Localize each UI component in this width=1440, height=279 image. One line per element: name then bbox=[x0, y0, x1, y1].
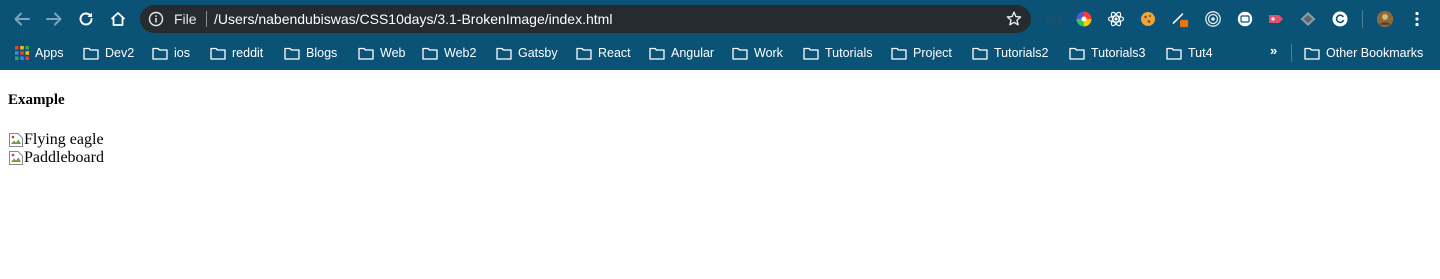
bookmark-label: Web2 bbox=[444, 46, 477, 60]
image-alt-text: Flying eagle bbox=[24, 131, 104, 148]
react-devtools-icon[interactable] bbox=[1107, 10, 1125, 28]
page-content: Example Flying eagle Paddleboard bbox=[0, 70, 1440, 279]
bookmark-label: ios bbox=[174, 46, 190, 60]
arrow-right-icon bbox=[46, 12, 62, 26]
arrow-left-icon bbox=[14, 12, 30, 26]
image-alt-text: Paddleboard bbox=[24, 149, 104, 166]
extension-code-icon[interactable]: {m} bbox=[1044, 10, 1062, 28]
window-extension-icon[interactable] bbox=[1236, 10, 1254, 28]
bookmark-label: Apps bbox=[35, 46, 64, 60]
folder-icon bbox=[576, 47, 592, 60]
url-divider bbox=[206, 11, 207, 27]
browser-toolbar: File /Users/nabendubiswas/CSS10days/3.1-… bbox=[0, 0, 1440, 38]
avatar[interactable] bbox=[1376, 10, 1394, 28]
broken-image-paddleboard: Paddleboard bbox=[8, 149, 104, 167]
refresh-extension-icon[interactable] bbox=[1331, 10, 1349, 28]
bookmark-angular[interactable]: Angular bbox=[649, 43, 714, 63]
bookmark-label: Work bbox=[754, 46, 783, 60]
folder-icon bbox=[83, 47, 99, 60]
svg-text:{m}: {m} bbox=[1045, 15, 1062, 27]
forward-button[interactable] bbox=[42, 7, 66, 31]
folder-icon bbox=[649, 47, 665, 60]
bookmarks-overflow-button[interactable]: » bbox=[1270, 43, 1277, 58]
folder-icon bbox=[496, 47, 512, 60]
folder-icon bbox=[284, 47, 300, 60]
folder-icon bbox=[358, 47, 374, 60]
bookmark-dev2[interactable]: Dev2 bbox=[83, 43, 134, 63]
broken-image-icon bbox=[9, 133, 23, 147]
bookmark-label: Other Bookmarks bbox=[1326, 46, 1424, 60]
bookmark-tutorials2[interactable]: Tutorials2 bbox=[972, 43, 1048, 63]
toolbar-divider bbox=[1362, 10, 1363, 28]
bookmark-label: Dev2 bbox=[105, 46, 135, 60]
home-button[interactable] bbox=[106, 7, 130, 31]
bookmark-label: Tutorials bbox=[825, 46, 873, 60]
cookie-icon[interactable] bbox=[1139, 10, 1157, 28]
kebab-menu-icon bbox=[1415, 11, 1419, 27]
bookmark-apps[interactable]: Apps bbox=[15, 43, 64, 63]
color-wheel-icon[interactable] bbox=[1075, 10, 1093, 28]
bookmarks-divider bbox=[1291, 44, 1292, 62]
bookmark-project[interactable]: Project bbox=[891, 43, 952, 63]
folder-icon bbox=[891, 47, 907, 60]
url-scheme-label: File bbox=[174, 11, 197, 27]
reload-icon bbox=[79, 12, 93, 26]
back-button[interactable] bbox=[10, 7, 34, 31]
folder-icon bbox=[210, 47, 226, 60]
reload-button[interactable] bbox=[74, 7, 98, 31]
layers-icon[interactable] bbox=[1299, 10, 1317, 28]
bookmark-tut4[interactable]: Tut4 bbox=[1166, 43, 1213, 63]
bookmark-label: React bbox=[598, 46, 631, 60]
apps-grid-icon bbox=[15, 46, 29, 60]
profile-avatar-icon bbox=[1376, 10, 1394, 28]
home-icon bbox=[110, 12, 126, 26]
bookmark-ios[interactable]: ios bbox=[152, 43, 190, 63]
browser-chrome: File /Users/nabendubiswas/CSS10days/3.1-… bbox=[0, 0, 1440, 70]
url-text[interactable]: /Users/nabendubiswas/CSS10days/3.1-Broke… bbox=[214, 11, 612, 27]
bookmark-label: Gatsby bbox=[518, 46, 558, 60]
bookmark-label: reddit bbox=[232, 46, 264, 60]
broken-image-icon bbox=[9, 151, 23, 165]
bookmark-label: Tutorials3 bbox=[1091, 46, 1146, 60]
bookmark-tutorials[interactable]: Tutorials bbox=[803, 43, 872, 63]
bookmark-work[interactable]: Work bbox=[732, 43, 783, 63]
page-heading: Example bbox=[8, 92, 65, 108]
bookmark-other-bookmarks[interactable]: Other Bookmarks bbox=[1304, 43, 1423, 63]
star-icon[interactable] bbox=[1005, 10, 1023, 28]
bookmark-label: Tut4 bbox=[1188, 46, 1213, 60]
broken-image-eagle: Flying eagle bbox=[8, 131, 104, 149]
bookmark-web[interactable]: Web bbox=[358, 43, 405, 63]
folder-icon bbox=[422, 47, 438, 60]
menu-button[interactable] bbox=[1408, 10, 1426, 28]
bookmark-web2[interactable]: Web2 bbox=[422, 43, 476, 63]
info-icon[interactable] bbox=[148, 11, 164, 27]
eyedropper-icon[interactable] bbox=[1171, 10, 1189, 28]
bookmark-reddit[interactable]: reddit bbox=[210, 43, 263, 63]
folder-icon bbox=[803, 47, 819, 60]
folder-icon bbox=[732, 47, 748, 60]
bookmark-label: Web bbox=[380, 46, 406, 60]
folder-icon bbox=[1166, 47, 1182, 60]
bookmark-react[interactable]: React bbox=[576, 43, 631, 63]
bookmark-label: Angular bbox=[671, 46, 715, 60]
target-icon[interactable] bbox=[1204, 10, 1222, 28]
bookmarks-bar: Apps Dev2 ios reddit Blogs Web Web2 Gatsby Reac… bbox=[0, 38, 1440, 68]
address-bar[interactable]: File /Users/nabendubiswas/CSS10days/3.1-… bbox=[140, 5, 1031, 33]
bookmark-tutorials3[interactable]: Tutorials3 bbox=[1069, 43, 1145, 63]
bookmark-label: Blogs bbox=[306, 46, 338, 60]
folder-icon bbox=[1304, 47, 1320, 60]
tag-extension-icon[interactable] bbox=[1267, 10, 1285, 28]
bookmark-blogs[interactable]: Blogs bbox=[284, 43, 337, 63]
folder-icon bbox=[1069, 47, 1085, 60]
folder-icon bbox=[972, 47, 988, 60]
bookmark-label: Project bbox=[913, 46, 952, 60]
bookmark-label: Tutorials2 bbox=[994, 46, 1049, 60]
bookmark-gatsby[interactable]: Gatsby bbox=[496, 43, 558, 63]
folder-icon bbox=[152, 47, 168, 60]
